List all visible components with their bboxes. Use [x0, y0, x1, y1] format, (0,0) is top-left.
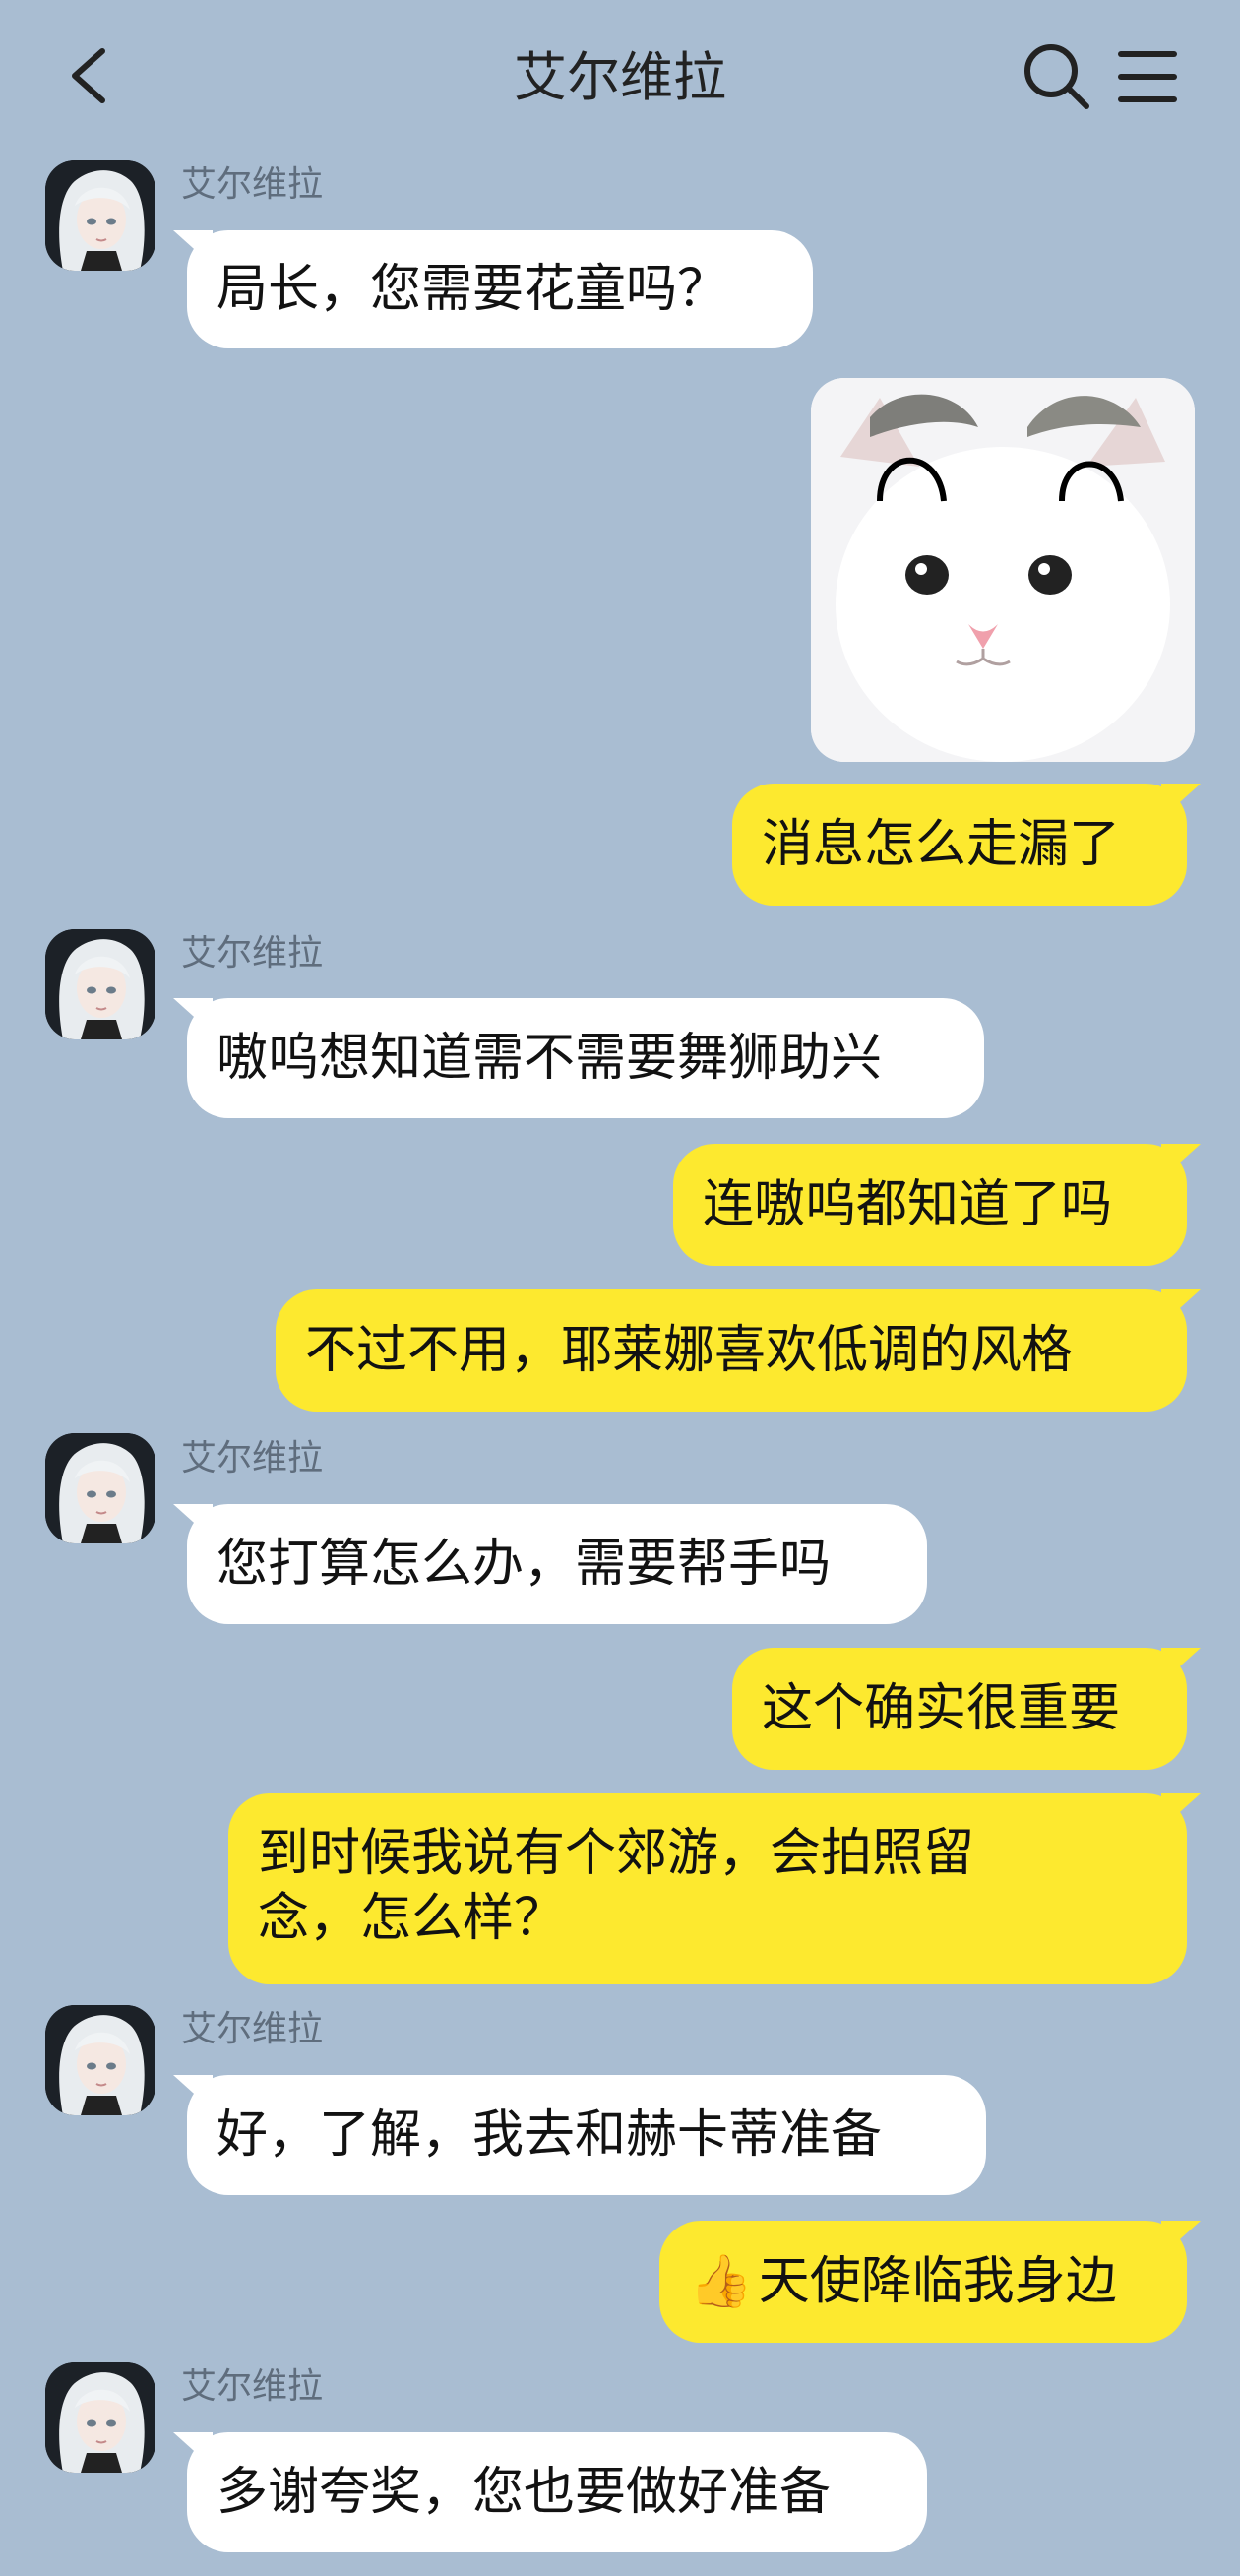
- bubble-tail: [1161, 1648, 1201, 1683]
- menu-icon: [1118, 51, 1177, 102]
- avatar-image: [45, 2005, 155, 2115]
- chat-header: 艾尔维拉: [0, 0, 1240, 157]
- avatar[interactable]: [45, 160, 155, 271]
- message-text: 连嗷呜都知道了吗: [703, 1175, 1113, 1234]
- message-text: 局长，您需要花童吗？: [217, 260, 729, 319]
- avatar-image: [45, 160, 155, 271]
- message-bubble[interactable]: 这个确实很重要: [732, 1648, 1201, 1770]
- bubble-tail: [173, 230, 213, 266]
- sender-name: 艾尔维拉: [181, 1438, 324, 1478]
- message-text: 好，了解，我去和赫卡蒂准备: [217, 2105, 883, 2165]
- message-text: 嗷呜想知道需不需要舞狮助兴: [217, 1029, 883, 1088]
- message-bubble[interactable]: 连嗷呜都知道了吗: [673, 1144, 1201, 1266]
- search-button[interactable]: [1022, 41, 1092, 112]
- bubble-tail: [1161, 784, 1201, 819]
- menu-button[interactable]: [1115, 44, 1180, 109]
- message-text: 消息怎么走漏了: [762, 815, 1121, 874]
- avatar[interactable]: [45, 2362, 155, 2473]
- message-bubble[interactable]: 嗷呜想知道需不需要舞狮助兴: [173, 998, 984, 1118]
- sender-name: 艾尔维拉: [181, 2009, 324, 2049]
- bubble-tail: [173, 2075, 213, 2110]
- bubble-tail: [1161, 2221, 1201, 2256]
- message-bubble[interactable]: 不过不用，耶莱娜喜欢低调的风格: [276, 1289, 1201, 1412]
- avatar-image: [45, 2362, 155, 2473]
- message-text: 天使降临我身边: [758, 2252, 1117, 2311]
- message-bubble[interactable]: 好，了解，我去和赫卡蒂准备: [173, 2075, 986, 2195]
- message-bubble[interactable]: 多谢夸奖，您也要做好准备: [173, 2432, 927, 2552]
- message-bubble[interactable]: 到时候我说有个郊游，会拍照留念，怎么样？: [228, 1793, 1201, 1984]
- bubble-tail: [173, 1504, 213, 1539]
- cat-sticker-image: [811, 378, 1195, 762]
- avatar[interactable]: [45, 2005, 155, 2115]
- message-text: 您打算怎么办，需要帮手吗: [217, 1535, 832, 1594]
- bubble-tail: [1161, 1289, 1201, 1325]
- message-bubble[interactable]: 您打算怎么办，需要帮手吗: [173, 1504, 927, 1624]
- bubble-tail: [173, 998, 213, 1034]
- sender-name: 艾尔维拉: [181, 933, 324, 974]
- sender-name: 艾尔维拉: [181, 2366, 324, 2407]
- message-bubble[interactable]: 👍 天使降临我身边: [659, 2221, 1201, 2343]
- message-text: 到时候我说有个郊游，会拍照留念，怎么样？: [258, 1824, 975, 1948]
- search-icon: [1024, 44, 1089, 109]
- cat-sticker[interactable]: [811, 378, 1195, 762]
- bubble-tail: [173, 2432, 213, 2468]
- bubble-tail: [1161, 1144, 1201, 1179]
- bubble-tail: [1161, 1793, 1201, 1829]
- message-bubble[interactable]: 局长，您需要花童吗？: [173, 230, 813, 348]
- avatar-image: [45, 929, 155, 1039]
- avatar[interactable]: [45, 1433, 155, 1543]
- sender-name: 艾尔维拉: [181, 164, 324, 205]
- message-bubble[interactable]: 消息怎么走漏了: [732, 784, 1201, 906]
- thumbs-up-icon: 👍: [689, 2252, 753, 2311]
- message-text: 多谢夸奖，您也要做好准备: [217, 2463, 832, 2522]
- avatar[interactable]: [45, 929, 155, 1039]
- avatar-image: [45, 1433, 155, 1543]
- message-text: 不过不用，耶莱娜喜欢低调的风格: [305, 1321, 1074, 1380]
- message-text: 这个确实很重要: [762, 1679, 1121, 1738]
